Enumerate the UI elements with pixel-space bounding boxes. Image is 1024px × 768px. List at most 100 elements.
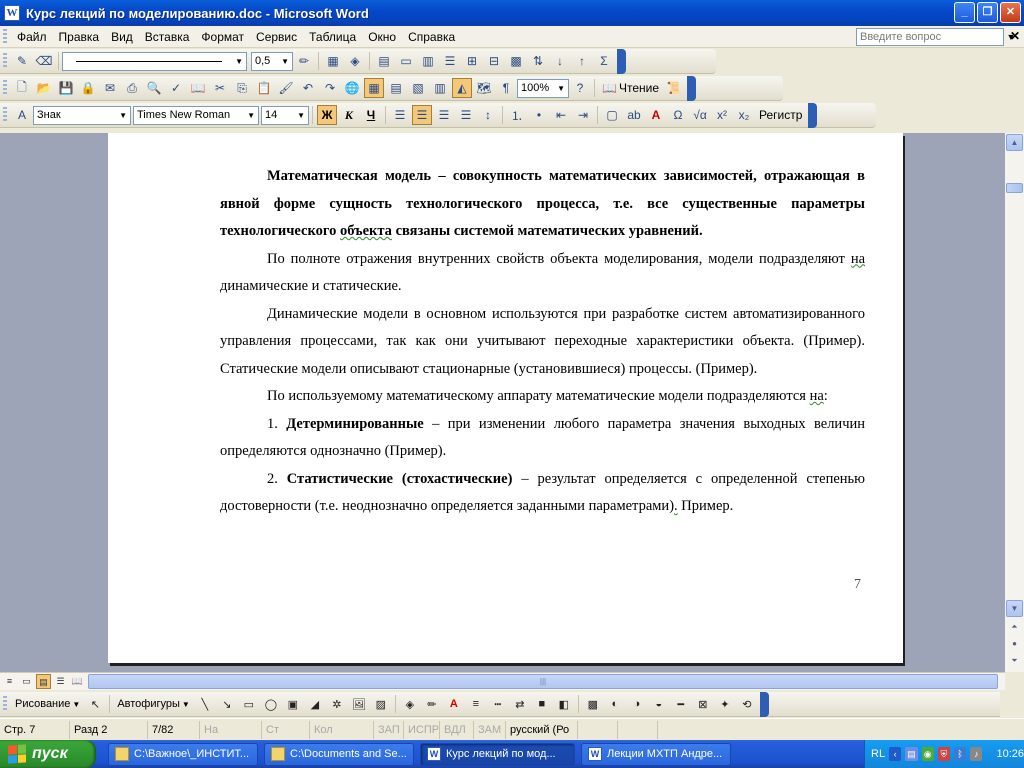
network-icon[interactable]: ▤ <box>905 747 918 761</box>
line-spacing-icon[interactable]: ↕ <box>478 105 498 125</box>
taskbar-item-word-lectures[interactable]: W Лекции МХТП Андре... <box>581 742 731 766</box>
rectangle-tool-icon[interactable]: ▭ <box>239 694 259 714</box>
autosum-icon[interactable]: Σ <box>594 51 614 71</box>
toolbar-options-icon[interactable] <box>808 102 818 128</box>
toolbar-grip[interactable] <box>3 80 7 96</box>
oval-tool-icon[interactable]: ◯ <box>261 694 281 714</box>
decrease-indent-icon[interactable]: ⇤ <box>551 105 571 125</box>
redo-icon[interactable]: ↷ <box>320 78 340 98</box>
contrast-icon[interactable]: ◒ <box>649 694 669 714</box>
align-center-icon[interactable]: ☰ <box>412 105 432 125</box>
reset-picture-icon[interactable]: ⟲ <box>737 694 757 714</box>
merge-cells-icon[interactable]: ▭ <box>396 51 416 71</box>
autoshapes-menu-button[interactable]: Автофигуры ▼ <box>114 694 193 714</box>
font-select[interactable]: Times New Roman ▼ <box>133 105 259 125</box>
horizontal-scrollbar[interactable]: ≡ ▭ ▤ ☰ 📖 ||| <box>0 672 1005 690</box>
security-icon[interactable]: ⛨ <box>937 747 950 761</box>
line-style-select[interactable]: ▼ <box>62 51 247 71</box>
web-view-icon[interactable]: ▭ <box>19 674 34 689</box>
research-icon[interactable]: 📖 <box>188 78 208 98</box>
dash-style-icon[interactable]: ┅ <box>488 694 508 714</box>
menu-insert[interactable]: Вставка <box>139 30 196 44</box>
line-style-icon[interactable]: ≡ <box>466 694 486 714</box>
next-page-icon[interactable]: ⏷ <box>1006 653 1023 670</box>
minimize-button[interactable]: _ <box>954 2 975 23</box>
horizontal-scroll-thumb[interactable]: ||| <box>88 674 998 689</box>
spelling-icon[interactable]: ✓ <box>166 78 186 98</box>
fill-color-icon[interactable]: ◈ <box>400 694 420 714</box>
3d-style-icon[interactable]: ◧ <box>554 694 574 714</box>
antivirus-icon[interactable]: ◉ <box>921 747 934 761</box>
toolbar-grip[interactable] <box>3 696 7 712</box>
status-page[interactable]: Стр. 7 <box>0 720 70 739</box>
zoom-select[interactable]: 100% ▼ <box>517 78 569 98</box>
help-icon[interactable]: ? <box>570 78 590 98</box>
line-color-icon[interactable]: ✏ <box>422 694 442 714</box>
format-painter-icon[interactable]: 🖌 <box>276 78 296 98</box>
text-direction-icon[interactable]: ⇅ <box>528 51 548 71</box>
vertical-scrollbar[interactable]: ▲ ▼ ⏶ ● ⏷ <box>1005 133 1024 672</box>
print-icon[interactable]: ⎙ <box>122 78 142 98</box>
browse-object-icon[interactable]: ● <box>1006 636 1023 653</box>
taskbar-item-folder-2[interactable]: C:\Documents and Se... <box>264 742 414 766</box>
clock[interactable]: 10:26 <box>996 748 1024 760</box>
picture-tool-icon[interactable]: ▩ <box>583 694 603 714</box>
previous-page-icon[interactable]: ⏶ <box>1006 619 1023 636</box>
menu-file[interactable]: Файл <box>11 30 53 44</box>
scroll-thumb[interactable] <box>1006 183 1023 193</box>
insert-excel-icon[interactable]: ▧ <box>408 78 428 98</box>
help-search-input[interactable]: Введите вопрос ▼ <box>856 28 1015 46</box>
volume-icon[interactable]: ♪ <box>970 747 983 761</box>
scroll-up-icon[interactable]: ▲ <box>1006 134 1023 151</box>
insert-picture-icon[interactable]: ▨ <box>371 694 391 714</box>
status-extend-selection[interactable]: ВДЛ <box>440 720 474 739</box>
insert-table-icon[interactable]: ▤ <box>386 78 406 98</box>
bluetooth-icon[interactable]: ᛒ <box>954 747 967 761</box>
line-tool-icon[interactable]: ╲ <box>195 694 215 714</box>
hyperlink-icon[interactable]: 🌐 <box>342 78 362 98</box>
columns-icon[interactable]: ▥ <box>430 78 450 98</box>
paste-icon[interactable]: 📋 <box>254 78 274 98</box>
draw-table-icon[interactable]: ✎ <box>12 51 32 71</box>
toolbar-options-icon[interactable] <box>687 75 696 101</box>
arrow-tool-icon[interactable]: ↘ <box>217 694 237 714</box>
split-cells-icon[interactable]: ▥ <box>418 51 438 71</box>
align-left-icon[interactable]: ☰ <box>390 105 410 125</box>
toolbar-options-icon[interactable] <box>617 48 626 74</box>
crop-icon[interactable]: ◐ <box>605 694 625 714</box>
bold-button[interactable]: Ж <box>317 105 337 125</box>
distribute-rows-icon[interactable]: ⊞ <box>462 51 482 71</box>
tables-borders-toggle-icon[interactable]: ▦ <box>364 78 384 98</box>
permission-icon[interactable]: 🔒 <box>78 78 98 98</box>
show-formatting-icon[interactable]: ¶ <box>496 78 516 98</box>
status-track-changes[interactable]: ИСПР <box>404 720 440 739</box>
diagram-icon[interactable]: ✲ <box>327 694 347 714</box>
menu-view[interactable]: Вид <box>105 30 139 44</box>
toolbar-grip[interactable] <box>3 107 7 123</box>
drawing-toggle-icon[interactable]: ◭ <box>452 78 472 98</box>
scroll-down-icon[interactable]: ▼ <box>1006 600 1023 617</box>
italic-button[interactable]: К <box>339 105 359 125</box>
insert-table-icon[interactable]: ▤ <box>374 51 394 71</box>
line-width-select[interactable]: 0,5 ▼ <box>251 51 293 71</box>
start-button[interactable]: пуск <box>0 740 96 768</box>
bullets-icon[interactable]: • <box>529 105 549 125</box>
menu-help[interactable]: Справка <box>402 30 461 44</box>
underline-button[interactable]: Ч <box>361 105 381 125</box>
taskbar-item-word-course[interactable]: W Курс лекций по мод... <box>420 742 575 766</box>
menu-edit[interactable]: Правка <box>53 30 106 44</box>
eraser-icon[interactable]: ⌫ <box>34 51 54 71</box>
document-page[interactable]: Математическая модель – совокупность мат… <box>108 133 903 663</box>
save-icon[interactable]: 💾 <box>56 78 76 98</box>
line-weight-icon[interactable]: ━ <box>671 694 691 714</box>
status-language[interactable]: русский (Ро <box>506 720 578 739</box>
wordart-icon[interactable]: ◢ <box>305 694 325 714</box>
maximize-button[interactable]: ❐ <box>977 2 998 23</box>
sort-ascending-icon[interactable]: ↓ <box>550 51 570 71</box>
shadow-style-icon[interactable]: ■ <box>532 694 552 714</box>
status-overtype[interactable]: ЗАМ <box>474 720 506 739</box>
style-select[interactable]: Знак ▼ <box>33 105 131 125</box>
copy-icon[interactable]: ⎘ <box>232 78 252 98</box>
word-app-icon[interactable]: W <box>4 5 20 21</box>
outside-border-icon[interactable]: ▢ <box>602 105 622 125</box>
